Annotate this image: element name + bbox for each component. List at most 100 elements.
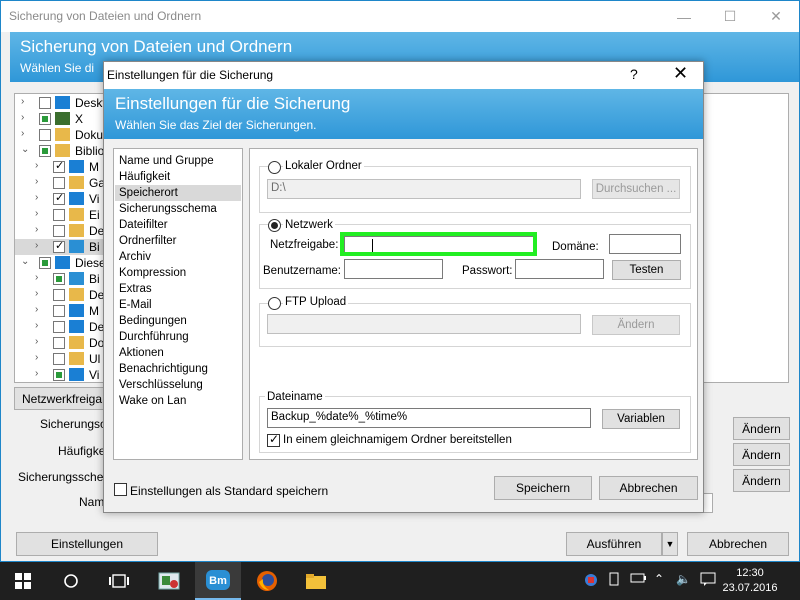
network-tray-icon[interactable]: [583, 572, 599, 591]
domain-input[interactable]: [609, 234, 681, 254]
ftp-input[interactable]: [267, 314, 581, 334]
filename-input[interactable]: Backup_%date%_%time%: [267, 408, 591, 428]
help-icon[interactable]: ?: [630, 66, 638, 82]
chevron-down-icon[interactable]: ⌄: [21, 256, 29, 267]
same-folder-checkbox[interactable]: [267, 432, 280, 447]
run-dropdown-button[interactable]: ▼: [662, 532, 678, 556]
nav-item[interactable]: Sicherungsschema: [115, 201, 241, 217]
tree-item[interactable]: › Dokur: [15, 127, 108, 143]
chevron-right-icon[interactable]: ›: [35, 288, 38, 299]
minimize-icon[interactable]: —: [661, 1, 707, 32]
chevron-right-icon[interactable]: ›: [35, 176, 38, 187]
browse-button[interactable]: Durchsuchen ...: [592, 179, 680, 199]
chevron-right-icon[interactable]: ›: [21, 112, 24, 123]
nav-item[interactable]: Häufigkeit: [115, 169, 241, 185]
save-button[interactable]: Speichern: [494, 476, 592, 500]
tree-item[interactable]: › De: [15, 287, 108, 303]
tree-checkbox[interactable]: [39, 145, 51, 157]
chevron-right-icon[interactable]: ›: [35, 272, 38, 283]
task-view-button[interactable]: [96, 562, 142, 600]
action-center-icon[interactable]: [700, 572, 716, 589]
chevron-right-icon[interactable]: ›: [21, 96, 24, 107]
tree-checkbox[interactable]: [53, 337, 65, 349]
tree-item[interactable]: › Ga: [15, 175, 108, 191]
tree-item[interactable]: ⌄ Dieser: [15, 255, 108, 271]
usb-tray-icon[interactable]: [607, 572, 621, 589]
tree-checkbox[interactable]: [39, 257, 51, 269]
tree-checkbox[interactable]: [53, 369, 65, 381]
nav-item[interactable]: Wake on Lan: [115, 393, 241, 409]
nav-item[interactable]: Speicherort: [115, 185, 241, 201]
tree-item[interactable]: ⌄ Bibliot: [15, 143, 108, 159]
dialog-cancel-button[interactable]: Abbrechen: [599, 476, 698, 500]
tree-checkbox[interactable]: [39, 129, 51, 141]
tree-item[interactable]: › Vi: [15, 191, 108, 207]
network-share-button[interactable]: Netzwerkfreiga: [14, 387, 110, 410]
close-icon[interactable]: ✕: [753, 1, 799, 32]
tree-item[interactable]: ›M: [15, 159, 108, 175]
tree-checkbox[interactable]: [53, 225, 65, 237]
tree-item[interactable]: › Do: [15, 335, 108, 351]
folder-tree[interactable]: ›Deskt›X›Dokur⌄Bibliot›M›Ga›Vi›Ei›De›Bi⌄…: [14, 93, 109, 383]
ftp-radio[interactable]: [268, 297, 281, 310]
tree-checkbox[interactable]: [39, 97, 51, 109]
network-radio[interactable]: [268, 219, 281, 232]
nav-item[interactable]: E-Mail: [115, 297, 241, 313]
search-button[interactable]: [48, 562, 94, 600]
tree-checkbox[interactable]: [53, 289, 65, 301]
volume-icon[interactable]: 🔈: [676, 572, 691, 586]
chevron-down-icon[interactable]: ⌄: [21, 144, 29, 155]
test-button[interactable]: Testen: [612, 260, 681, 280]
tree-checkbox[interactable]: [53, 177, 65, 189]
tree-item[interactable]: › Vi: [15, 367, 108, 382]
clock[interactable]: 12:30 23.07.2016: [722, 566, 778, 596]
tree-checkbox[interactable]: [53, 353, 65, 365]
chevron-up-icon[interactable]: ⌃: [654, 572, 664, 586]
main-cancel-button[interactable]: Abbrechen: [687, 532, 789, 556]
tree-item[interactable]: › Bi: [15, 271, 108, 287]
chevron-right-icon[interactable]: ›: [35, 224, 38, 235]
tree-item[interactable]: › De: [15, 319, 108, 335]
run-button[interactable]: Ausführen: [566, 532, 662, 556]
tree-item[interactable]: › Bi: [15, 239, 108, 255]
nav-item[interactable]: Dateifilter: [115, 217, 241, 233]
tree-item[interactable]: › De: [15, 223, 108, 239]
tree-checkbox[interactable]: [39, 113, 51, 125]
tree-checkbox[interactable]: [53, 191, 65, 205]
taskbar-app-firefox[interactable]: [244, 562, 290, 600]
chevron-right-icon[interactable]: ›: [35, 304, 38, 315]
tree-checkbox[interactable]: [53, 305, 65, 317]
maximize-icon[interactable]: ☐: [707, 1, 753, 32]
taskbar-app-bm[interactable]: Bm: [195, 562, 241, 600]
local-path-input[interactable]: D:\: [267, 179, 581, 199]
tree-checkbox[interactable]: [53, 321, 65, 333]
nav-item[interactable]: Extras: [115, 281, 241, 297]
chevron-right-icon[interactable]: ›: [35, 192, 38, 203]
tree-item[interactable]: › Deskt: [15, 95, 108, 111]
nav-item[interactable]: Aktionen: [115, 345, 241, 361]
ftp-change-button[interactable]: Ändern: [592, 315, 680, 335]
nav-item[interactable]: Bedingungen: [115, 313, 241, 329]
change-scheme-button[interactable]: Ändern: [733, 469, 790, 492]
battery-tray-icon[interactable]: [630, 572, 646, 587]
local-folder-radio[interactable]: [268, 161, 281, 174]
save-default-checkbox[interactable]: [114, 483, 127, 496]
nav-item[interactable]: Name und Gruppe: [115, 153, 241, 169]
tree-item[interactable]: › Ei: [15, 207, 108, 223]
nav-item[interactable]: Ordnerfilter: [115, 233, 241, 249]
tree-checkbox[interactable]: [53, 209, 65, 221]
tree-item[interactable]: › X: [15, 111, 108, 127]
tree-item[interactable]: ›M: [15, 303, 108, 319]
chevron-right-icon[interactable]: ›: [35, 336, 38, 347]
password-input[interactable]: [515, 259, 604, 279]
taskbar-app-explorer[interactable]: [293, 562, 339, 600]
nav-item[interactable]: Verschlüsselung: [115, 377, 241, 393]
chevron-right-icon[interactable]: ›: [21, 128, 24, 139]
variables-button[interactable]: Variablen: [602, 409, 680, 429]
chevron-right-icon[interactable]: ›: [35, 320, 38, 331]
nav-item[interactable]: Durchführung: [115, 329, 241, 345]
taskbar-app-backup[interactable]: [146, 562, 192, 600]
chevron-right-icon[interactable]: ›: [35, 368, 38, 379]
nav-item[interactable]: Benachrichtigung: [115, 361, 241, 377]
change-location-button[interactable]: Ändern: [733, 417, 790, 440]
